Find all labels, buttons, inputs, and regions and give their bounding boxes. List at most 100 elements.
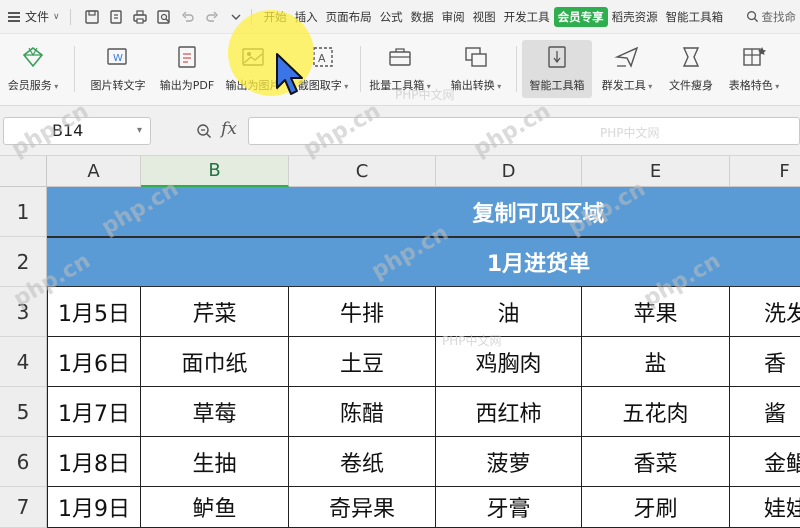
export-image-button[interactable]: 输出为图片 — [222, 40, 284, 98]
tab-5[interactable]: 审阅 — [438, 9, 469, 25]
sheet-subtitle-cell[interactable]: 1月进货单 — [47, 237, 800, 287]
ribbon-toolbar: 会员服务 ▾ W 图片转文字 输出为PDF 输出为图片 A 截图取字 ▾ 批量工… — [0, 34, 800, 106]
image-to-text-button[interactable]: W 图片转文字 — [84, 40, 152, 98]
print-preview-icon — [156, 9, 170, 24]
dropdown-arrow-icon: ▾ — [51, 82, 59, 91]
chevron-down-icon: ∨ — [53, 11, 60, 22]
table-cell[interactable]: 1月6日 — [47, 337, 141, 387]
select-all-corner[interactable] — [0, 156, 47, 187]
table-cell[interactable]: 五花肉 — [582, 387, 730, 437]
name-box[interactable]: B14 ▾ — [3, 117, 151, 145]
tab-0[interactable]: 开始 — [260, 9, 291, 25]
export-pdf-quick-button[interactable] — [105, 6, 127, 28]
file-slim-button[interactable]: 文件瘦身 — [662, 40, 720, 98]
table-cell[interactable]: 草莓 — [141, 387, 289, 437]
cell-reference: B14 — [52, 121, 84, 140]
table-cell[interactable]: 陈醋 — [289, 387, 436, 437]
tab-2[interactable]: 页面布局 — [322, 9, 376, 25]
member-service-label: 会员服务 ▾ — [7, 79, 59, 92]
batch-toolbox-label: 批量工具箱 ▾ — [369, 79, 431, 92]
mass-send-button[interactable]: 群发工具 ▾ — [596, 40, 658, 98]
save-button[interactable] — [81, 6, 103, 28]
file-menu-label: 文件 — [25, 10, 50, 24]
formula-bar: B14 ▾ fx — [0, 106, 800, 156]
row-header-5[interactable]: 5 — [0, 387, 47, 437]
tab-10[interactable]: 智能工具箱 — [662, 9, 728, 25]
table-cell[interactable]: 西红柿 — [436, 387, 582, 437]
table-cell[interactable]: 香 — [730, 337, 800, 387]
table-cell[interactable]: 卷纸 — [289, 437, 436, 487]
table-cell[interactable]: 牙刷 — [582, 487, 730, 528]
table-cell[interactable]: 芹菜 — [141, 287, 289, 337]
file-slim-label: 文件瘦身 — [669, 79, 713, 92]
table-cell[interactable]: 牙膏 — [436, 487, 582, 528]
table-cell[interactable]: 洗发 — [730, 287, 800, 337]
smart-toolbox-label: 智能工具箱 — [529, 79, 585, 92]
svg-text:W: W — [113, 53, 123, 64]
tab-9[interactable]: 稻壳资源 — [608, 9, 662, 25]
table-cell[interactable]: 盐 — [582, 337, 730, 387]
dropdown-arrow-icon: ▾ — [772, 82, 780, 91]
search-command[interactable]: 查找命 — [746, 9, 800, 25]
undo-button[interactable] — [177, 6, 199, 28]
table-cell[interactable]: 香菜 — [582, 437, 730, 487]
print-button[interactable] — [129, 6, 151, 28]
table-cell[interactable]: 苹果 — [582, 287, 730, 337]
toolbox-icon — [389, 48, 411, 66]
table-cell[interactable]: 生抽 — [141, 437, 289, 487]
row-header-3[interactable]: 3 — [0, 287, 47, 337]
customize-toolbar-button[interactable] — [225, 6, 247, 28]
table-cell[interactable]: 金鲳 — [730, 437, 800, 487]
tab-1[interactable]: 插入 — [291, 9, 322, 25]
zoom-icon[interactable] — [196, 123, 212, 139]
table-cell[interactable]: 1月9日 — [47, 487, 141, 528]
row-header-1[interactable]: 1 — [0, 187, 47, 237]
function-button[interactable]: fx — [221, 119, 237, 139]
export-pdf-button[interactable]: 输出为PDF — [156, 40, 218, 98]
table-cell[interactable]: 牛排 — [289, 287, 436, 337]
table-cell[interactable]: 1月7日 — [47, 387, 141, 437]
dropdown-arrow-icon: ▾ — [424, 82, 431, 91]
mass-send-label: 群发工具 ▾ — [601, 79, 653, 92]
tab-3[interactable]: 公式 — [376, 9, 407, 25]
tab-8[interactable]: 会员专享 — [553, 6, 608, 27]
column-header-b[interactable]: B — [141, 156, 289, 187]
row-header-4[interactable]: 4 — [0, 337, 47, 387]
column-header-a[interactable]: A — [47, 156, 141, 187]
tab-4[interactable]: 数据 — [407, 9, 438, 25]
formula-input[interactable] — [248, 117, 800, 145]
search-command-label: 查找命 — [761, 9, 797, 24]
print-preview-button[interactable] — [153, 6, 175, 28]
image-export-icon — [242, 48, 264, 66]
table-cell[interactable]: 娃娃 — [730, 487, 800, 528]
row-header-6[interactable]: 6 — [0, 437, 47, 487]
table-cell[interactable]: 油 — [436, 287, 582, 337]
sheet-title-cell[interactable]: 复制可见区域 — [47, 187, 800, 237]
redo-button[interactable] — [201, 6, 223, 28]
table-cell[interactable]: 鸡胸肉 — [436, 337, 582, 387]
column-header-f[interactable]: F — [730, 156, 800, 187]
table-cell[interactable]: 面巾纸 — [141, 337, 289, 387]
screenshot-ocr-button[interactable]: A 截图取字 ▾ — [290, 40, 356, 98]
table-cell[interactable]: 菠萝 — [436, 437, 582, 487]
file-menu[interactable]: 文件 ∨ — [0, 0, 66, 33]
row-header-7[interactable]: 7 — [0, 487, 47, 528]
tab-7[interactable]: 开发工具 — [500, 9, 554, 25]
output-convert-button[interactable]: 输出转换 ▾ — [440, 40, 512, 98]
column-header-c[interactable]: C — [289, 156, 436, 187]
smart-toolbox-button[interactable]: 智能工具箱 — [522, 40, 592, 98]
table-cell[interactable]: 土豆 — [289, 337, 436, 387]
member-service-button[interactable]: 会员服务 ▾ — [2, 40, 64, 98]
table-cell[interactable]: 鲈鱼 — [141, 487, 289, 528]
row-header-2[interactable]: 2 — [0, 237, 47, 287]
column-header-d[interactable]: D — [436, 156, 582, 187]
table-cell[interactable]: 1月5日 — [47, 287, 141, 337]
table-cell[interactable]: 酱 — [730, 387, 800, 437]
column-header-e[interactable]: E — [582, 156, 730, 187]
batch-toolbox-button[interactable]: 批量工具箱 ▾ — [364, 40, 436, 98]
tab-6[interactable]: 视图 — [469, 9, 500, 25]
image-to-text-icon: W — [107, 48, 127, 65]
table-features-button[interactable]: 表格特色 ▾ — [722, 40, 786, 98]
table-cell[interactable]: 1月8日 — [47, 437, 141, 487]
table-cell[interactable]: 奇异果 — [289, 487, 436, 528]
